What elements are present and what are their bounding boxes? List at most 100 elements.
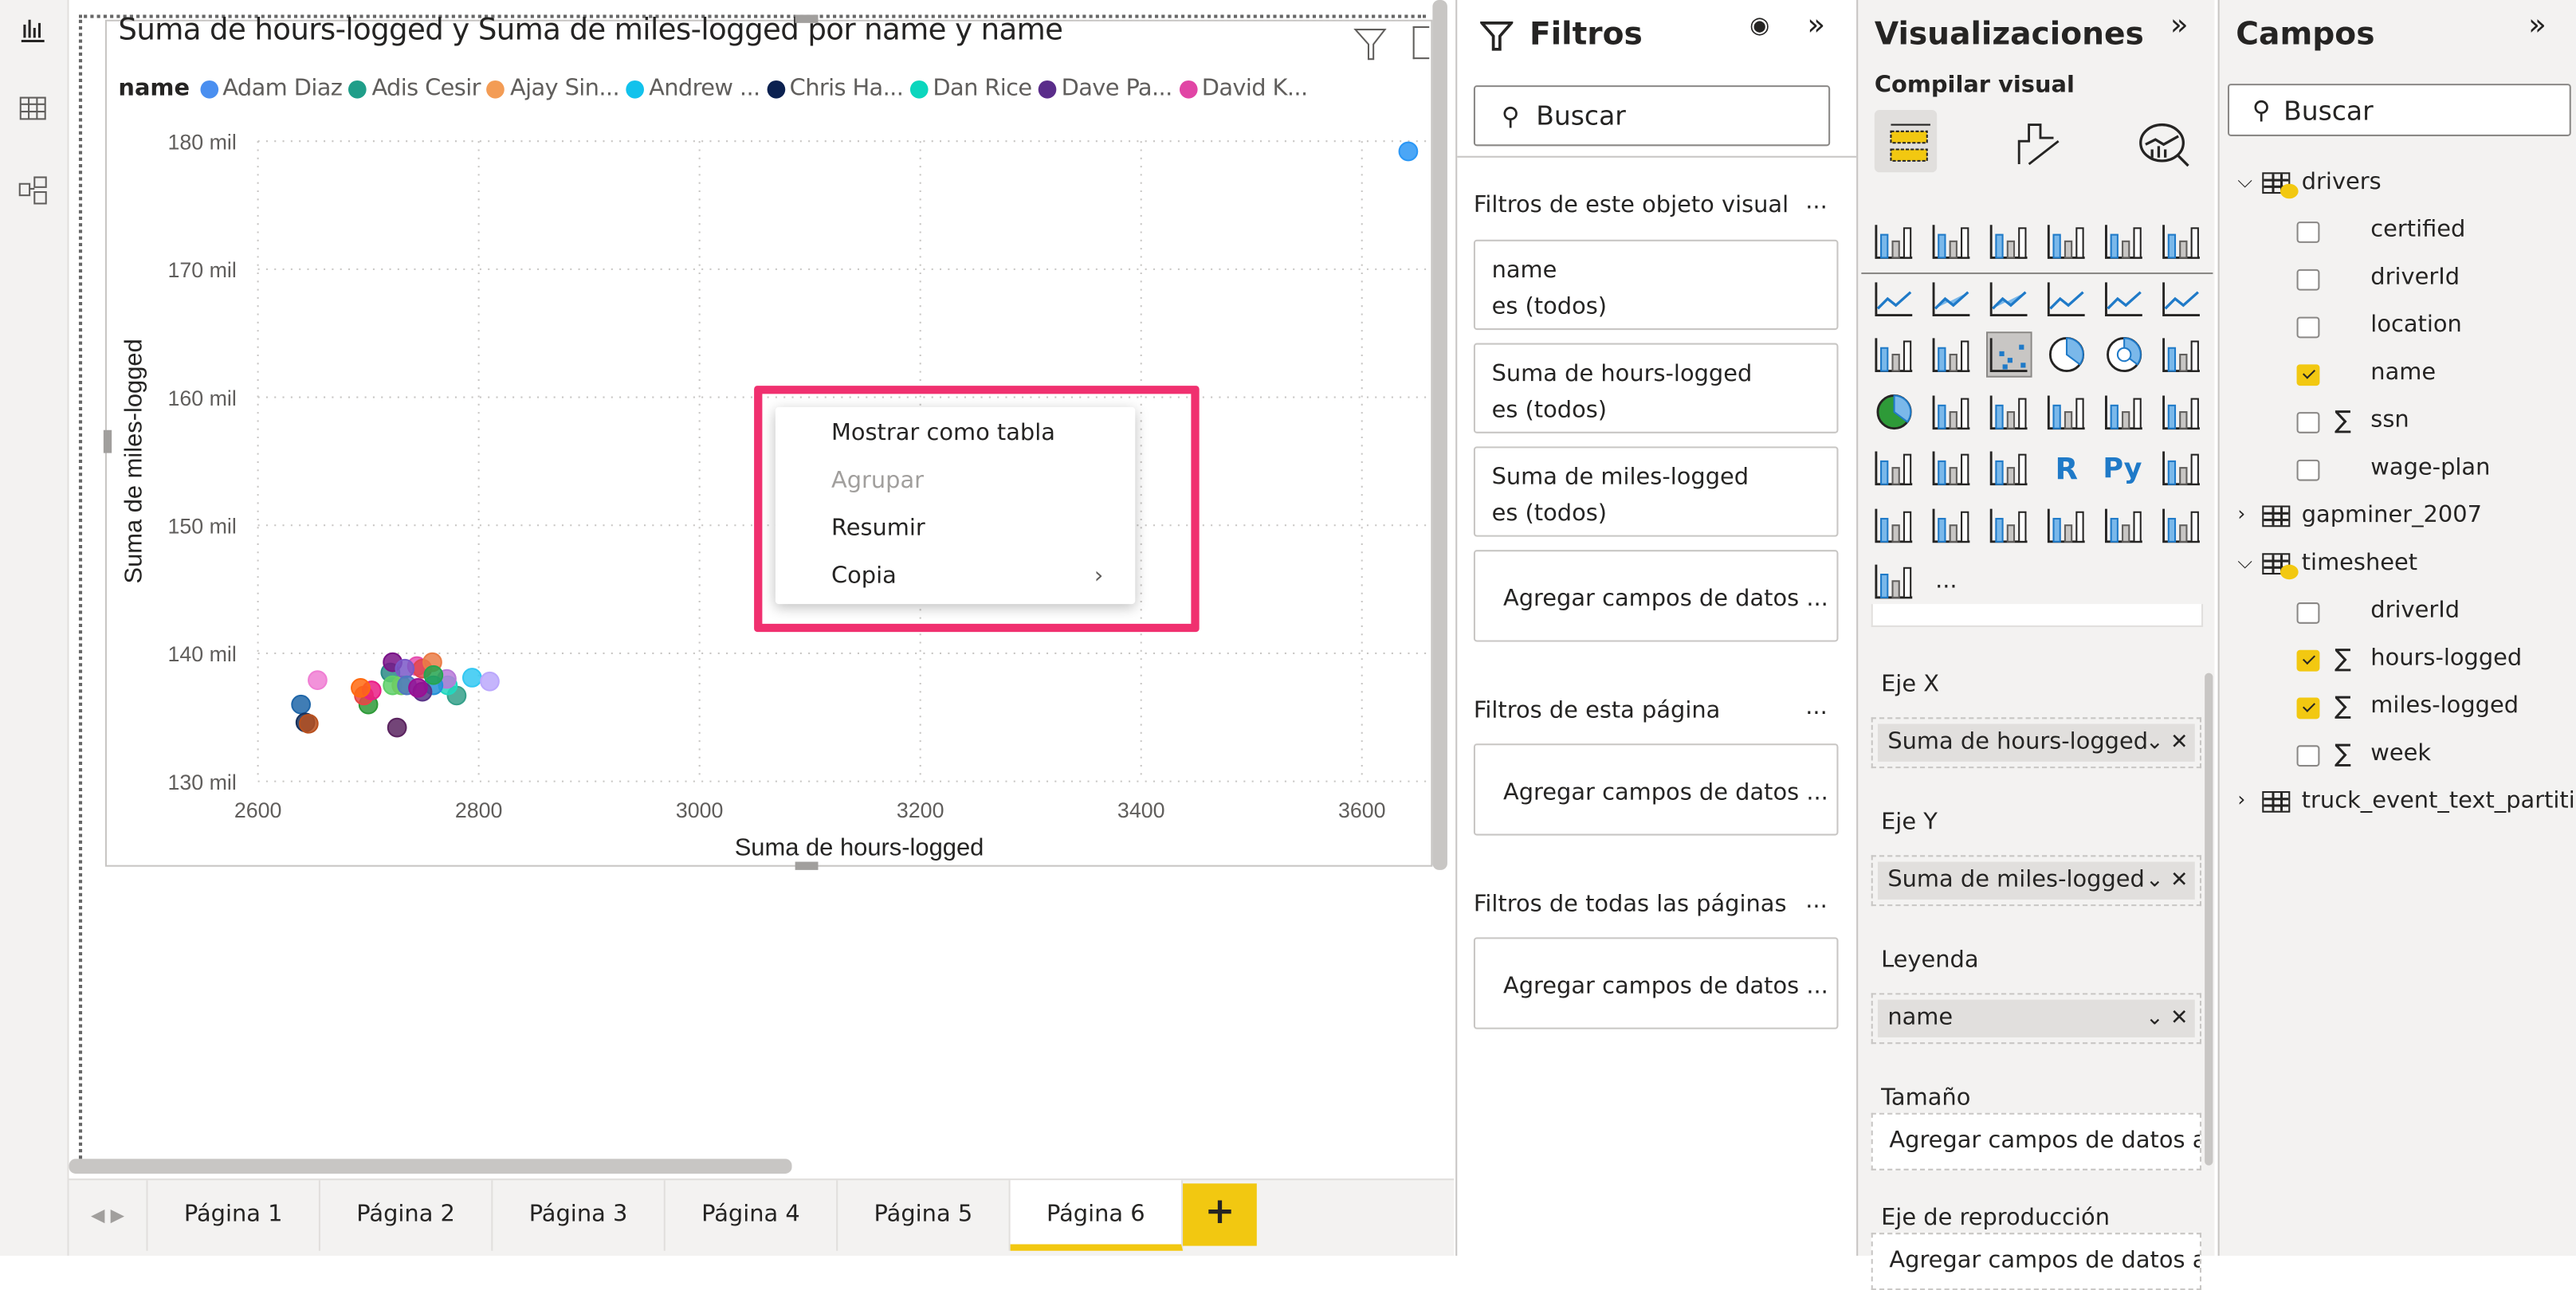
field-name[interactable]: location [2370,312,2462,338]
more-options-icon[interactable]: ... [1805,189,1828,215]
treemap-icon[interactable] [2158,331,2205,378]
filters-search-input[interactable]: ⚲ Buscar [1473,85,1831,147]
well-2[interactable]: name ⌄ ✕ [1871,993,2202,1045]
resize-handle-top[interactable] [795,14,819,23]
scatter-point[interactable] [480,671,500,692]
scatter-point[interactable] [395,658,415,679]
add-page-filter-drop[interactable]: Agregar campos de datos ... [1473,743,1839,836]
menu-item-show-as-table[interactable]: Mostrar como tabla [831,420,1055,446]
field-name[interactable]: driverId [2370,598,2460,624]
line-chart-icon[interactable] [1871,275,1918,321]
collapse-filters-icon[interactable]: » [1807,8,1825,42]
scatter-chart-icon[interactable] [1985,331,2032,378]
field-checkbox[interactable] [2296,649,2320,672]
100-stacked-column-icon[interactable] [2158,218,2205,265]
field-name[interactable]: week [2370,740,2431,767]
collapse-fields-icon[interactable]: » [2528,8,2547,42]
field-name[interactable]: name [2370,359,2436,386]
python-visual-icon[interactable]: Py [2101,445,2147,491]
field-name[interactable]: hours-logged [2370,645,2522,672]
field-name[interactable]: wage-plan [2370,455,2490,481]
page-tab-4[interactable]: Página 4 [666,1180,838,1251]
well-0[interactable]: Suma de hours-logged ⌄ ✕ [1871,717,2202,769]
key-influencers-icon[interactable] [2158,445,2205,491]
power-apps-icon[interactable] [2158,501,2205,547]
field-name[interactable]: miles-logged [2370,692,2519,719]
r-visual-icon[interactable]: R [2044,445,2090,491]
funnel-icon[interactable] [1929,331,1975,378]
more-visuals-icon[interactable]: ... [1929,558,1975,604]
chevron-down-remove-icon[interactable]: ⌄ ✕ [2146,1000,2188,1037]
expand-chevron-icon[interactable]: › [2237,788,2245,811]
data-view-icon[interactable] [15,93,51,129]
filled-map-icon[interactable] [1929,388,1975,434]
eye-icon[interactable]: ◉ [1749,13,1769,39]
field-pill[interactable]: name ⌄ ✕ [1877,999,2195,1037]
resize-handle-left[interactable] [103,429,112,453]
add-all-pages-filter-drop[interactable]: Agregar campos de datos ... [1473,937,1839,1029]
field-pill[interactable]: Suma de hours-logged ⌄ ✕ [1877,723,2195,762]
canvas-vertical-scrollbar[interactable] [1432,0,1447,870]
paginated-report-icon[interactable] [2044,501,2090,547]
scatter-point[interactable] [291,694,311,715]
table-icon[interactable] [1929,445,1975,491]
pie-chart-icon[interactable] [2044,331,2090,378]
azure-map-icon[interactable] [2101,501,2147,547]
ribbon-chart-icon[interactable] [2158,275,2205,321]
map-icon[interactable] [1871,388,1918,434]
field-checkbox[interactable] [2296,412,2320,433]
field-checkbox[interactable] [2296,269,2320,291]
field-name[interactable]: driverId [2370,265,2460,291]
expand-chevron-icon[interactable]: ⌵ [2237,169,2252,194]
smart-narrative-icon[interactable] [1986,501,2032,547]
stacked-bar-icon[interactable] [1871,218,1918,265]
area-chart-icon[interactable] [1929,275,1975,321]
well-drop-4[interactable]: Agregar campos de datos a... [1871,1233,2202,1290]
card-icon[interactable] [2044,388,2090,434]
field-name[interactable]: certified [2370,217,2465,243]
chevron-down-remove-icon[interactable]: ⌄ ✕ [2146,724,2188,762]
scatter-point[interactable] [423,665,444,685]
format-visual-icon[interactable] [2012,118,2065,177]
viz-scrollbar[interactable] [2205,672,2213,1166]
clustered-column-icon[interactable] [2044,218,2090,265]
scatter-point[interactable] [408,677,428,698]
expand-chevron-icon[interactable]: › [2237,502,2245,525]
collapse-viz-icon[interactable]: » [2170,8,2189,42]
fields-search-input[interactable]: ⚲ Buscar [2227,84,2571,136]
scatter-point[interactable] [1398,141,1419,162]
waterfall-icon[interactable] [1871,331,1918,378]
resize-handle-bottom[interactable] [795,861,819,870]
decomposition-tree-icon[interactable] [1871,501,1918,547]
qa-icon[interactable] [1929,501,1975,547]
scatter-point[interactable] [298,713,319,734]
page-tab-3[interactable]: Página 3 [493,1180,666,1251]
field-checkbox[interactable] [2296,602,2320,624]
page-tab-1[interactable]: Página 1 [148,1180,320,1251]
canvas-horizontal-scrollbar[interactable] [69,1159,792,1174]
field-checkbox[interactable] [2296,745,2320,767]
filter-card-miles[interactable]: Suma de miles-logged es (todos) [1473,446,1839,537]
build-visual-tab[interactable] [1874,110,1938,173]
analytics-icon[interactable] [2138,118,2193,177]
table-name[interactable]: drivers [2302,169,2382,195]
more-options-icon[interactable]: ... [1805,888,1828,915]
chevron-down-remove-icon[interactable]: ⌄ ✕ [2146,862,2188,900]
more-options-icon[interactable]: ... [1805,694,1828,720]
kpi-icon[interactable] [2158,388,2205,434]
menu-item-summarize[interactable]: Resumir [831,516,925,542]
table-name[interactable]: timesheet [2302,550,2417,576]
power-automate-icon[interactable] [1871,558,1918,604]
scatter-point[interactable] [308,670,328,691]
stacked-area-icon[interactable] [1986,275,2032,321]
multi-row-card-icon[interactable] [2101,388,2147,434]
filter-card-hours[interactable]: Suma de hours-logged es (todos) [1473,343,1839,433]
page-nav-arrows[interactable]: ◀ ▶ [69,1180,148,1251]
scatter-point[interactable] [461,668,482,688]
field-checkbox[interactable] [2296,697,2320,719]
100-stacked-bar-icon[interactable] [2101,218,2147,265]
filter-icon[interactable] [1353,26,1387,69]
gauge-icon[interactable] [1986,388,2032,434]
page-tab-6[interactable]: Página 6 [1010,1180,1184,1251]
field-name[interactable]: ssn [2370,407,2409,433]
